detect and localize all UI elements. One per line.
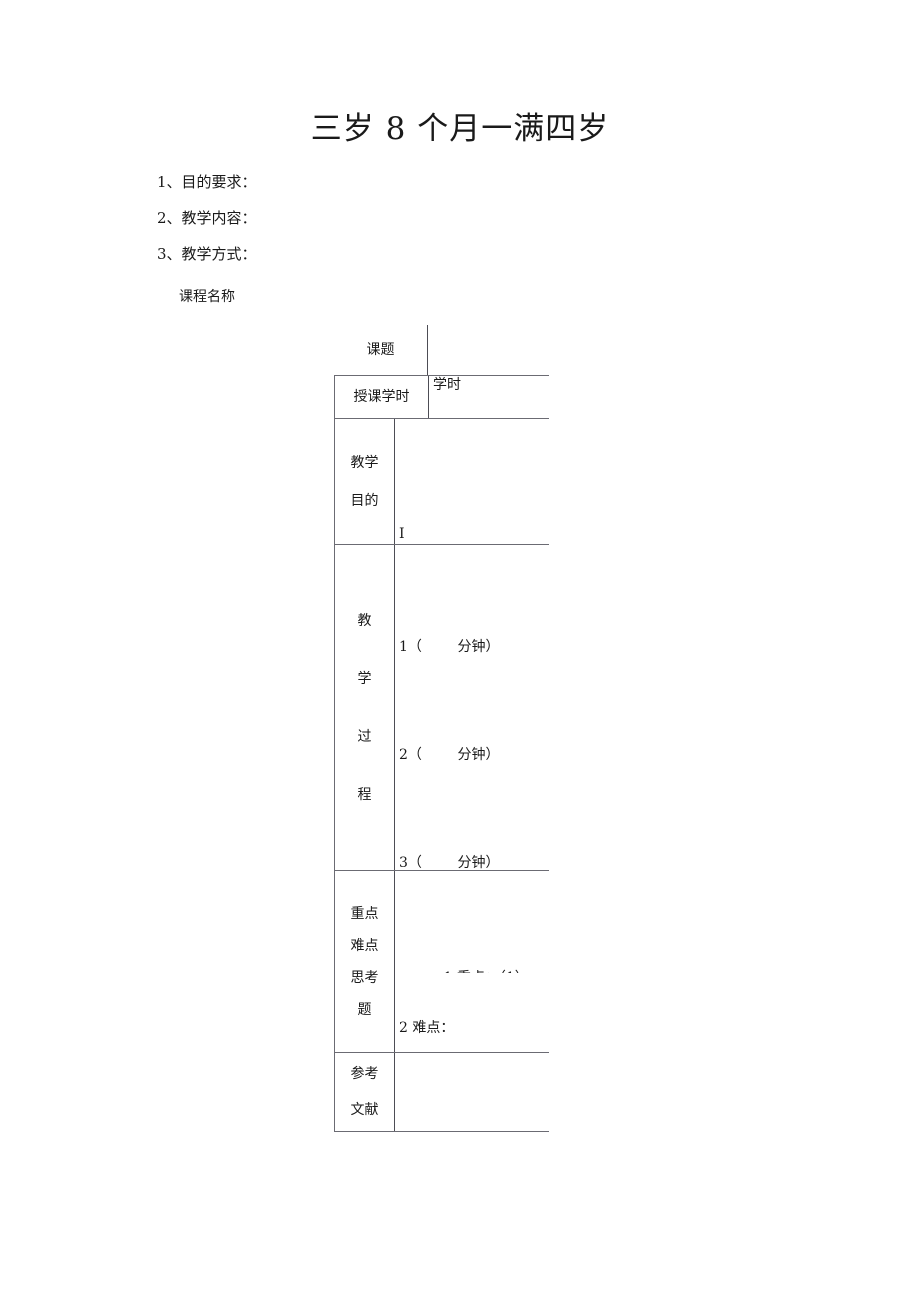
process-item: 3（ 分钟） (399, 855, 500, 870)
document-page: 三岁 8 个月一满四岁 1、目的要求： 2、教学内容： 3、教学方式： 课程名称… (0, 0, 920, 1301)
label-char: 参考 (350, 1066, 379, 1082)
table-row-references: 参考 文献 (334, 1052, 549, 1132)
table-row-topic-value[interactable] (428, 325, 548, 375)
label-char: 教学 (350, 454, 379, 471)
lesson-plan-table: 课题 授课学时 学时 教学 目的 I 2 3 教 学 过 (334, 325, 549, 1132)
label-char: 过 (357, 728, 372, 745)
table-row-references-value[interactable] (395, 1053, 549, 1131)
table-row-topic-label: 课题 (334, 325, 428, 375)
table-row-teaching-aim-value[interactable]: I 2 3 (395, 419, 549, 544)
label-char: 目的 (350, 492, 379, 509)
course-name-label: 课程名称 (179, 289, 235, 305)
label-char: 教 (357, 612, 372, 629)
table-row-teaching-hours-value[interactable]: 学时 (429, 376, 549, 418)
table-row-teaching-aim: 教学 目的 I 2 3 (334, 418, 549, 544)
table-row-teaching-hours-label: 授课学时 (335, 376, 429, 418)
intro-list-item-2: 2、教学内容： (157, 209, 257, 227)
table-row-key-points-label: 重点 难点 思考 题 (335, 871, 395, 1052)
intro-list: 1、目的要求： 2、教学内容： 3、教学方式： (157, 174, 757, 282)
table-row-topic: 课题 (334, 325, 548, 375)
table-row-teaching-process-label: 教 学 过 程 (335, 545, 395, 870)
label-char: 思考 (350, 969, 379, 986)
intro-list-item-3: 3、教学方式： (157, 245, 257, 263)
key-points-line-1-part-1: 1 重点：（1）、 (444, 970, 536, 973)
process-item: 1（ 分钟） (399, 639, 500, 655)
aim-item: I (399, 526, 405, 542)
process-item: 2（ 分钟） (399, 747, 500, 763)
table-row-teaching-process-value[interactable]: 1（ 分钟） 2（ 分钟） 3（ 分钟） 4（ 分钟） (1) (2) (3) … (395, 545, 549, 870)
label-char: 文献 (350, 1102, 379, 1118)
table-row-key-points: 重点 难点 思考 题 1 重点：（1）、 （2）、 （3） 2 难点： 3 思考… (334, 870, 549, 1052)
table-row-teaching-aim-label: 教学 目的 (335, 419, 395, 544)
table-row-teaching-hours: 授课学时 学时 (334, 375, 549, 418)
key-points-line-1: 1 重点：（1）、 （2）、 （3） (399, 951, 549, 973)
table-row-teaching-process: 教 学 过 程 1（ 分钟） 2（ 分钟） 3（ 分钟） 4（ 分钟） (1) … (334, 544, 549, 870)
table-row-references-label: 参考 文献 (335, 1053, 395, 1131)
label-char: 学 (357, 670, 372, 687)
label-char: 题 (357, 1001, 372, 1018)
page-title: 三岁 8 个月一满四岁 (310, 111, 610, 147)
label-char: 难点 (350, 937, 379, 954)
intro-list-item-1: 1、目的要求： (157, 173, 257, 191)
label-char: 重点 (350, 905, 379, 922)
label-char: 程 (357, 786, 372, 803)
key-points-line-2: 2 难点： (399, 1020, 455, 1036)
table-row-key-points-value[interactable]: 1 重点：（1）、 （2）、 （3） 2 难点： 3 思考题： (395, 871, 549, 1052)
